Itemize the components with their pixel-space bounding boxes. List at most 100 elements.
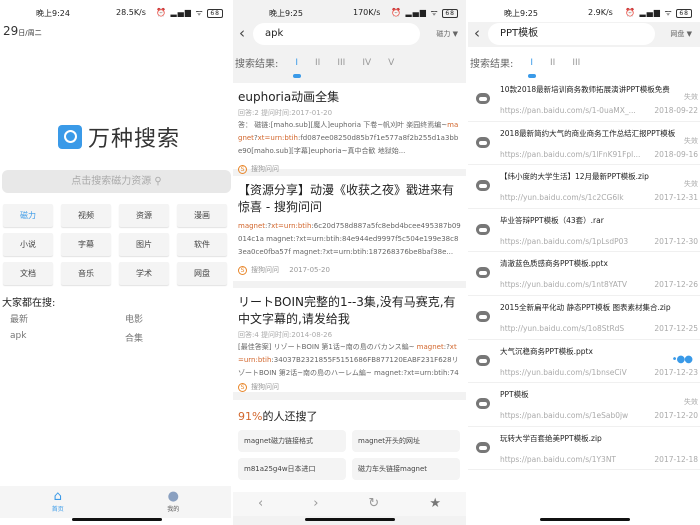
page-tab[interactable]: II xyxy=(315,58,320,68)
page-tab[interactable]: V xyxy=(388,58,394,68)
category-button[interactable]: 小说 xyxy=(3,233,53,256)
list-item[interactable]: 2018最新简约大气的商业商务工作总结汇报PPT模板 失效 https://pa… xyxy=(468,122,700,166)
hot-search-link[interactable]: 电影 xyxy=(125,312,225,325)
hot-search-link[interactable]: 最新 xyxy=(10,312,125,325)
status-net-speed: 28.5K/s xyxy=(116,8,146,17)
cloud-icon xyxy=(476,223,490,235)
item-date: 2018-09-16 xyxy=(654,149,698,159)
list-item[interactable]: 大气沉稳商务PPT模板.pptx •●● https://yun.baidu.c… xyxy=(468,340,700,384)
item-url[interactable]: https://pan.baidu.com/s/1lFnK91Fpl... xyxy=(500,150,640,159)
category-button[interactable]: 资源 xyxy=(119,204,169,227)
category-button[interactable]: 音乐 xyxy=(61,262,111,285)
cloud-icon xyxy=(476,310,490,322)
status-net-speed: 170K/s xyxy=(353,8,381,17)
category-button[interactable]: 网盘 xyxy=(177,262,227,285)
category-button[interactable]: 软件 xyxy=(177,233,227,256)
forward-icon[interactable]: › xyxy=(313,492,318,516)
list-item[interactable]: 10款2018最新培训商务教师拓展演讲PPT模板免费 失效 https://pa… xyxy=(468,78,700,122)
nav-home-label: 首页 xyxy=(51,506,64,513)
search-placeholder: 点击搜索磁力资源 xyxy=(71,176,152,187)
related-chip[interactable]: magnet磁力链接格式 xyxy=(238,430,346,452)
related-chip[interactable]: 磁力车头链接magnet xyxy=(352,458,460,480)
magnet-results-screen: 晚上9:25 170K/s ⏰ ▂▄▆ ᯤ 68 ‹ apk 磁力 ▼ 搜索结果… xyxy=(233,0,466,525)
back-icon[interactable]: ‹ xyxy=(239,24,245,42)
tabs-label: 搜索结果: xyxy=(470,59,514,70)
search-input[interactable]: apk xyxy=(253,23,420,45)
chevron-down-icon: ▼ xyxy=(686,30,692,38)
item-title: 2018最新简约大气的商业商务工作总结汇报PPT模板 xyxy=(500,128,676,138)
list-item[interactable]: PPT模板 失效 https://pan.baidu.com/s/1eSab0j… xyxy=(468,383,700,427)
page-tab[interactable]: III xyxy=(337,58,345,68)
related-chip[interactable]: magnet开头的网址 xyxy=(352,430,460,452)
category-button[interactable]: 视频 xyxy=(61,204,111,227)
result-title[interactable]: euphoria动画全集 xyxy=(238,89,461,106)
item-url[interactable]: https://pan.baidu.com/s/1Y3NT xyxy=(500,455,616,464)
item-url[interactable]: https://yun.baidu.com/s/1bnseCiV xyxy=(500,368,627,377)
back-icon[interactable]: ‹ xyxy=(474,24,480,42)
browser-toolbar: ‹ › ↻ ★ xyxy=(233,492,466,516)
list-item[interactable]: 【纬小度的大学生活】12月最新PPT模板.zip 失效 http://yun.b… xyxy=(468,165,700,209)
category-button[interactable]: 图片 xyxy=(119,233,169,256)
type-label: 磁力 xyxy=(436,30,451,38)
item-url[interactable]: https://pan.baidu.com/s/1eSab0jw xyxy=(500,411,628,420)
cloud-icon xyxy=(476,93,490,104)
item-title: 大气沉稳商务PPT模板.pptx xyxy=(500,346,593,356)
result-snippet: magnet:?xt=urn:btih:6c20d758d887a5fc8ebd… xyxy=(238,220,461,259)
item-date: 2017-12-25 xyxy=(654,323,698,333)
snippet-text: [最佳答案] リゾートBOIN 第1话~南の島のバカンス編~ xyxy=(238,343,417,351)
search-input[interactable]: 点击搜索磁力资源 ⚲ xyxy=(2,170,231,193)
result-source: S 搜狗问问 xyxy=(238,382,461,392)
home-indicator xyxy=(72,518,162,521)
hot-searches: 最新 电影 apk 合集 xyxy=(10,312,230,344)
item-url[interactable]: http://yun.baidu.com/s/1c2CG6lk xyxy=(500,193,624,202)
item-url[interactable]: https://pan.baidu.com/s/1-0uaMX_... xyxy=(500,106,636,115)
list-item[interactable]: 毕业答辩PPT模板（43套）.rar https://pan.baidu.com… xyxy=(468,209,700,253)
item-url[interactable]: https://pan.baidu.com/s/1pLsdP03 xyxy=(500,237,628,246)
category-button[interactable]: 字幕 xyxy=(61,233,111,256)
item-date: 2017-12-23 xyxy=(654,367,698,377)
page-tab[interactable]: IV xyxy=(362,58,371,68)
hot-search-link[interactable]: apk xyxy=(10,331,125,344)
item-date: 2017-12-18 xyxy=(654,454,698,464)
home-indicator xyxy=(305,518,395,521)
list-item[interactable]: 清澈蓝色质感商务PPT模板.pptx https://yun.baidu.com… xyxy=(468,252,700,296)
result-card[interactable]: リートBOIN完整的1--3集,没有马赛克,有中文字幕的,请发给我 回答:4 提… xyxy=(233,288,466,392)
list-item[interactable]: 玩转大学百套绝美PPT模板.zip https://pan.baidu.com/… xyxy=(468,427,700,471)
item-url[interactable]: http://yun.baidu.com/s/1o8StRdS xyxy=(500,324,624,333)
category-button[interactable]: 磁力 xyxy=(3,204,53,227)
nav-mine[interactable]: ● 我的 xyxy=(143,486,203,518)
nav-home[interactable]: ⌂ 首页 xyxy=(28,486,88,518)
star-icon[interactable]: ★ xyxy=(429,492,441,516)
page-tab[interactable]: II xyxy=(550,58,555,68)
result-card[interactable]: 【资源分享】动漫《收获之夜》戳进来有惊喜 - 搜狗问问 magnet:?xt=u… xyxy=(233,176,466,281)
result-card[interactable]: euphoria动画全集 回答:2 提问时间:2017-01-20 答： 磁链:… xyxy=(233,83,466,174)
home-screen: 晚上9:24 28.5K/s ⏰ ▂▄▆ ᯤ 68 29日/周二 万种搜索 点击… xyxy=(0,0,231,525)
category-button[interactable]: 文档 xyxy=(3,262,53,285)
date-weekday: 日/周二 xyxy=(18,29,42,37)
related-searches: 91%的人还搜了 magnet磁力链接格式 magnet开头的网址 m81a25… xyxy=(233,400,466,492)
type-dropdown[interactable]: 磁力 ▼ xyxy=(436,29,458,39)
status-icons: ⏰ ▂▄▆ ᯤ 68 xyxy=(156,7,223,18)
page-tab[interactable]: III xyxy=(572,58,580,68)
hot-search-link[interactable]: 合集 xyxy=(125,331,225,344)
item-url[interactable]: https://yun.baidu.com/s/1nt8YATV xyxy=(500,280,627,289)
result-title[interactable]: リートBOIN完整的1--3集,没有马赛克,有中文字幕的,请发给我 xyxy=(238,294,461,328)
page-tab[interactable]: I xyxy=(528,58,536,78)
category-button[interactable]: 漫画 xyxy=(177,204,227,227)
snippet-text: :34037B2321855F5151686FB877120EABF231F62… xyxy=(238,356,459,377)
item-title: 清澈蓝色质感商务PPT模板.pptx xyxy=(500,259,608,269)
type-dropdown[interactable]: 网盘 ▼ xyxy=(670,29,692,39)
category-button[interactable]: 学术 xyxy=(119,262,169,285)
list-item[interactable]: 2015全新扁平化动 静态PPT模板 图表素材集合.zip http://yun… xyxy=(468,296,700,340)
back-icon[interactable]: ‹ xyxy=(258,492,263,516)
search-header: ‹ PPT模板 网盘 ▼ xyxy=(468,22,700,47)
cloud-icon xyxy=(476,441,490,453)
related-chip[interactable]: m81a25g4w日本进口 xyxy=(238,458,346,480)
cloud-icon xyxy=(476,180,490,192)
page-tab[interactable]: I xyxy=(293,58,301,78)
refresh-icon[interactable]: ↻ xyxy=(368,492,379,516)
related-title: 91%的人还搜了 xyxy=(238,408,461,424)
result-title[interactable]: 【资源分享】动漫《收获之夜》戳进来有惊喜 - 搜狗问问 xyxy=(238,182,461,216)
status-badge: 失效 xyxy=(684,93,698,101)
search-input[interactable]: PPT模板 xyxy=(488,23,655,45)
